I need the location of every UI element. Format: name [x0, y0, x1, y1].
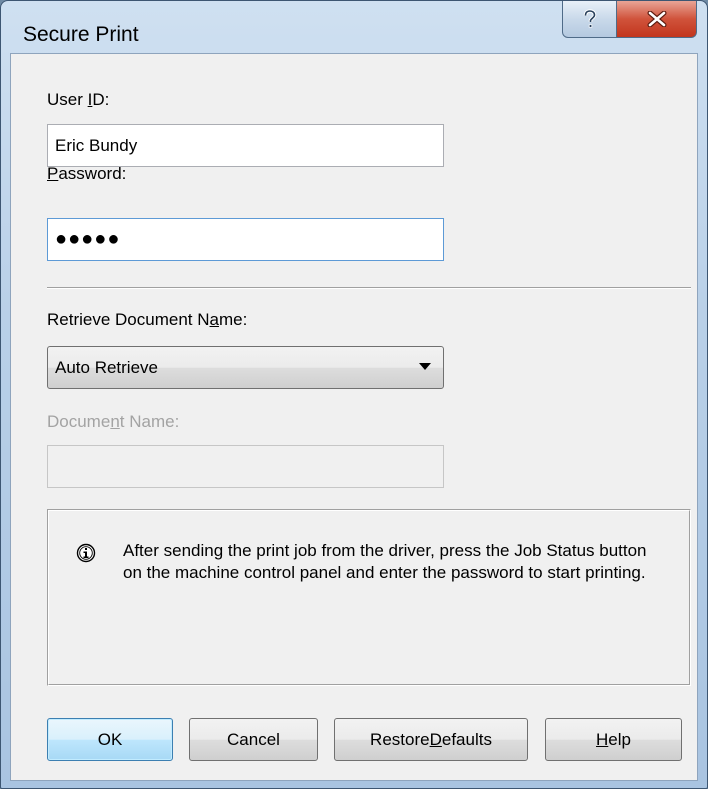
title-close-button[interactable]	[617, 1, 697, 38]
user-id-value: Eric Bundy	[55, 135, 138, 155]
user-id-label: User ID:	[47, 90, 110, 109]
info-panel: After sending the print job from the dri…	[47, 509, 691, 686]
dropdown-arrow-icon	[419, 363, 431, 370]
user-id-field[interactable]: Eric Bundy	[47, 124, 444, 167]
title-bar[interactable]: Secure Print	[1, 1, 707, 53]
password-label: Password:	[47, 164, 127, 183]
password-masked-value: ●●●●●	[55, 228, 121, 250]
dialog-client-area: User ID: Eric Bundy Password: ●●●●● Retr…	[10, 53, 698, 781]
retrieve-document-name-dropdown[interactable]: Auto Retrieve	[47, 346, 444, 389]
cancel-button[interactable]: Cancel	[189, 718, 318, 761]
title-help-button[interactable]	[562, 1, 617, 38]
retrieve-selected-value: Auto Retrieve	[55, 357, 158, 377]
caption-buttons	[562, 1, 697, 39]
close-icon	[647, 11, 666, 27]
restore-defaults-button[interactable]: Restore Defaults	[334, 718, 528, 761]
password-field[interactable]: ●●●●●	[47, 218, 444, 261]
ok-button[interactable]: OK	[47, 718, 173, 761]
secure-print-dialog: Secure Print User ID: Eric Bundy Passwor…	[0, 0, 708, 789]
document-name-label: Document Name:	[47, 412, 180, 431]
info-message: After sending the print job from the dri…	[123, 541, 647, 582]
question-mark-icon	[583, 9, 596, 28]
section-divider	[47, 287, 691, 289]
dialog-title: Secure Print	[23, 23, 139, 46]
help-button[interactable]: Help	[545, 718, 682, 761]
document-name-field[interactable]	[47, 445, 444, 488]
retrieve-document-name-label: Retrieve Document Name:	[47, 310, 248, 329]
info-icon	[76, 543, 96, 563]
